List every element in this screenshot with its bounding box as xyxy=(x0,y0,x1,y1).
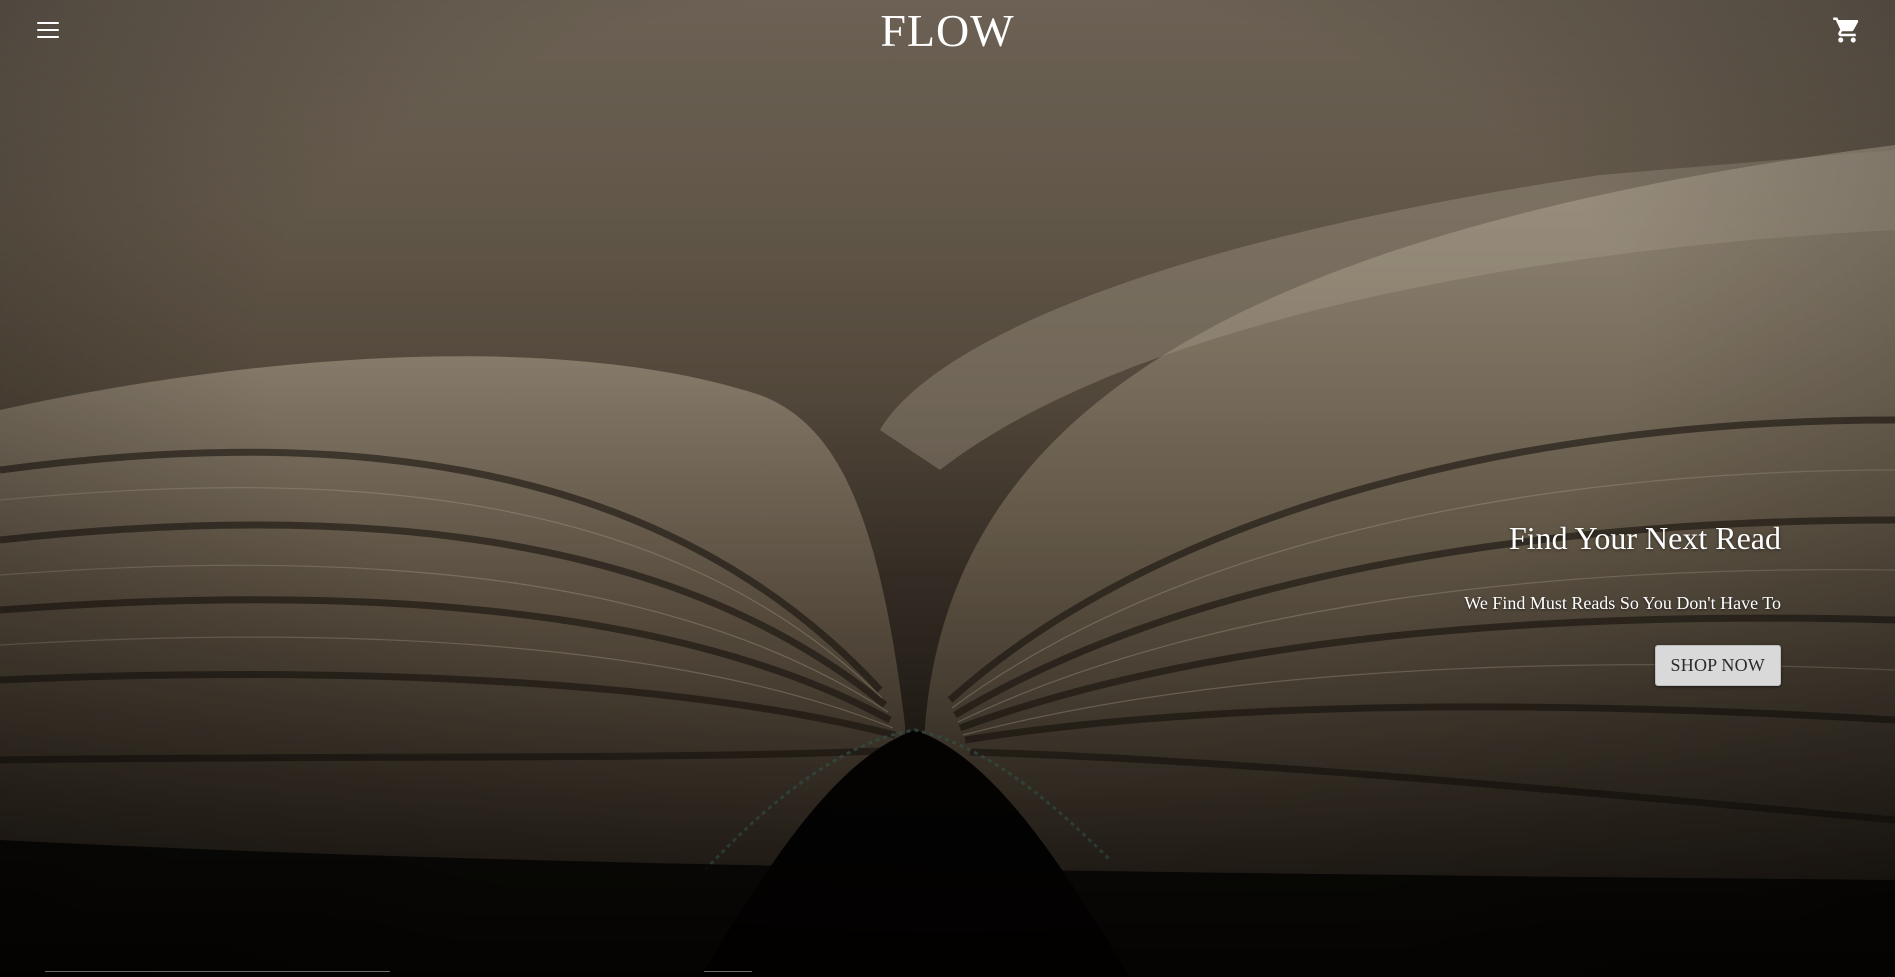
hero-background-image xyxy=(0,0,1895,977)
hamburger-menu-icon[interactable] xyxy=(36,19,60,41)
brand-logo-wrapper: FLOW xyxy=(0,4,1895,58)
shop-now-button[interactable]: SHOP NOW xyxy=(1654,645,1781,686)
hero-section: FLOW Find Your Next Read We Find Must Re… xyxy=(0,0,1895,977)
hero-copy: Find Your Next Read We Find Must Reads S… xyxy=(1464,515,1781,686)
shopping-cart-icon[interactable] xyxy=(1832,15,1862,45)
scroll-indicator-left xyxy=(45,971,390,972)
scroll-indicator-right xyxy=(704,971,752,972)
cart-glyph xyxy=(1833,17,1859,43)
top-navigation-bar: FLOW xyxy=(0,0,1895,60)
hero-subtitle: We Find Must Reads So You Don't Have To xyxy=(1464,593,1781,613)
brand-logo[interactable]: FLOW xyxy=(880,5,1014,56)
hero-title: Find Your Next Read xyxy=(1508,520,1781,556)
